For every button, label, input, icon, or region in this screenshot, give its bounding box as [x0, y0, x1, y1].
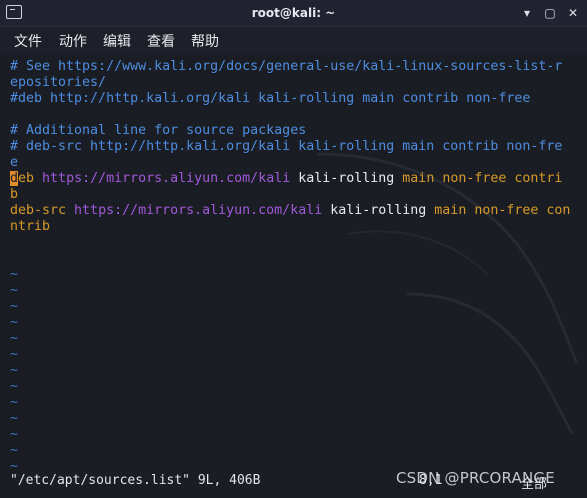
minimize-icon[interactable]: ▾ — [519, 5, 535, 21]
syntax-token: kali-rolling — [290, 171, 403, 186]
syntax-token: https://mirrors.aliyun.com/kali — [42, 171, 291, 186]
menu-view[interactable]: 查看 — [147, 31, 175, 51]
watermark: CSDN @PRCORANGE — [396, 469, 555, 487]
editor-line: deb-src https://mirrors.aliyun.com/kali … — [10, 203, 570, 219]
menu-bar: 文件 动作 编辑 查看 帮助 — [0, 27, 587, 53]
syntax-token: b — [10, 187, 19, 202]
syntax-token: #deb http://http.kali.org/kali kali-roll… — [10, 91, 531, 106]
syntax-token: # deb-src http://http.kali.org/kali kali… — [10, 139, 563, 154]
terminal-window: root@kali: ~ ▾ ▢ ✕ 文件 动作 编辑 查看 帮助 # See … — [0, 0, 587, 498]
text-cursor: d — [10, 171, 19, 186]
syntax-token: n — [562, 203, 571, 218]
tilde-marker: ~ — [10, 411, 19, 426]
tilde-marker: ~ — [10, 347, 19, 362]
tilde-marker: ~ — [10, 299, 19, 314]
editor-line: # See https://www.kali.org/docs/general-… — [10, 59, 562, 75]
syntax-token: ntrib — [10, 219, 51, 234]
editor-line: # deb-src http://http.kali.org/kali kali… — [10, 139, 562, 155]
tilde-marker: ~ — [10, 443, 19, 458]
syntax-token: main non-free co — [434, 203, 563, 218]
editor-line: #deb http://http.kali.org/kali kali-roll… — [10, 91, 530, 107]
menu-file[interactable]: 文件 — [14, 31, 42, 51]
tilde-marker: ~ — [10, 283, 19, 298]
tilde-marker: ~ — [10, 395, 19, 410]
syntax-token: e — [10, 155, 19, 170]
syntax-token: # Additional line for source packages — [10, 123, 307, 138]
editor-line: ntrib — [10, 219, 50, 235]
editor-line: epositories/ — [10, 75, 106, 91]
tilde-marker: ~ — [10, 331, 19, 346]
tilde-marker: ~ — [10, 315, 19, 330]
syntax-token: deb-src — [10, 203, 75, 218]
tilde-marker: ~ — [10, 363, 19, 378]
tilde-marker: ~ — [10, 267, 19, 282]
editor-line: deb https://mirrors.aliyun.com/kali kali… — [10, 171, 562, 187]
status-file-info: "/etc/apt/sources.list" 9L, 406B — [10, 473, 261, 488]
menu-action[interactable]: 动作 — [59, 31, 87, 51]
title-bar[interactable]: root@kali: ~ ▾ ▢ ✕ — [0, 0, 587, 27]
maximize-icon[interactable]: ▢ — [542, 5, 558, 21]
editor-line: e — [10, 155, 18, 171]
kali-dragon-background — [316, 152, 579, 435]
terminal-area[interactable]: # See https://www.kali.org/docs/general-… — [0, 54, 587, 498]
close-icon[interactable]: ✕ — [565, 5, 581, 21]
window-title: root@kali: ~ — [251, 6, 336, 20]
tilde-marker: ~ — [10, 427, 19, 442]
syntax-token: kali-rolling — [322, 203, 435, 218]
syntax-token: eb — [18, 171, 43, 186]
syntax-token: epositories/ — [10, 75, 107, 90]
tilde-marker: ~ — [10, 379, 19, 394]
syntax-token: main non-free contri — [402, 171, 563, 186]
editor-line: b — [10, 187, 18, 203]
menu-edit[interactable]: 编辑 — [103, 31, 131, 51]
editor-line: # Additional line for source packages — [10, 123, 306, 139]
menu-help[interactable]: 帮助 — [191, 31, 219, 51]
syntax-token: https://mirrors.aliyun.com/kali — [74, 203, 323, 218]
syntax-token: # See https://www.kali.org/docs/general-… — [10, 59, 563, 74]
